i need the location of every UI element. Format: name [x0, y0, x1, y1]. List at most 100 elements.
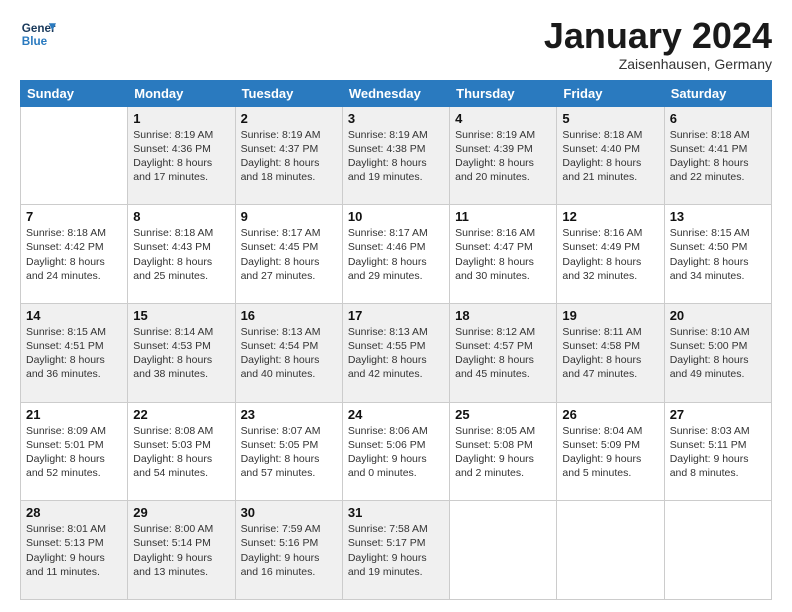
day-info: Sunrise: 8:13 AM Sunset: 4:55 PM Dayligh… — [348, 325, 444, 382]
day-info: Sunrise: 8:18 AM Sunset: 4:43 PM Dayligh… — [133, 226, 229, 283]
day-info: Sunrise: 8:11 AM Sunset: 4:58 PM Dayligh… — [562, 325, 658, 382]
day-number: 1 — [133, 111, 229, 126]
day-info: Sunrise: 8:00 AM Sunset: 5:14 PM Dayligh… — [133, 522, 229, 579]
day-number: 28 — [26, 505, 122, 520]
header-friday: Friday — [557, 80, 664, 106]
day-info: Sunrise: 8:16 AM Sunset: 4:47 PM Dayligh… — [455, 226, 551, 283]
header-sunday: Sunday — [21, 80, 128, 106]
day-number: 7 — [26, 209, 122, 224]
table-row: 12 Sunrise: 8:16 AM Sunset: 4:49 PM Dayli… — [557, 205, 664, 304]
table-row: 6 Sunrise: 8:18 AM Sunset: 4:41 PM Daylig… — [664, 106, 771, 205]
day-info: Sunrise: 8:04 AM Sunset: 5:09 PM Dayligh… — [562, 424, 658, 481]
table-row: 9 Sunrise: 8:17 AM Sunset: 4:45 PM Daylig… — [235, 205, 342, 304]
day-number: 23 — [241, 407, 337, 422]
day-info: Sunrise: 8:07 AM Sunset: 5:05 PM Dayligh… — [241, 424, 337, 481]
table-row: 27 Sunrise: 8:03 AM Sunset: 5:11 PM Dayli… — [664, 402, 771, 501]
day-number: 3 — [348, 111, 444, 126]
header-tuesday: Tuesday — [235, 80, 342, 106]
day-number: 11 — [455, 209, 551, 224]
table-row: 1 Sunrise: 8:19 AM Sunset: 4:36 PM Daylig… — [128, 106, 235, 205]
table-row: 3 Sunrise: 8:19 AM Sunset: 4:38 PM Daylig… — [342, 106, 449, 205]
table-row: 18 Sunrise: 8:12 AM Sunset: 4:57 PM Dayli… — [450, 303, 557, 402]
table-row: 14 Sunrise: 8:15 AM Sunset: 4:51 PM Dayli… — [21, 303, 128, 402]
day-info: Sunrise: 8:19 AM Sunset: 4:38 PM Dayligh… — [348, 128, 444, 185]
table-row: 23 Sunrise: 8:07 AM Sunset: 5:05 PM Dayli… — [235, 402, 342, 501]
header-thursday: Thursday — [450, 80, 557, 106]
day-number: 13 — [670, 209, 766, 224]
day-number: 9 — [241, 209, 337, 224]
table-row: 2 Sunrise: 8:19 AM Sunset: 4:37 PM Daylig… — [235, 106, 342, 205]
table-row: 7 Sunrise: 8:18 AM Sunset: 4:42 PM Daylig… — [21, 205, 128, 304]
table-row: 29 Sunrise: 8:00 AM Sunset: 5:14 PM Dayli… — [128, 501, 235, 600]
day-number: 14 — [26, 308, 122, 323]
day-info: Sunrise: 8:01 AM Sunset: 5:13 PM Dayligh… — [26, 522, 122, 579]
day-info: Sunrise: 8:10 AM Sunset: 5:00 PM Dayligh… — [670, 325, 766, 382]
table-row: 30 Sunrise: 7:59 AM Sunset: 5:16 PM Dayli… — [235, 501, 342, 600]
day-info: Sunrise: 8:09 AM Sunset: 5:01 PM Dayligh… — [26, 424, 122, 481]
month-title: January 2024 — [544, 16, 772, 56]
day-number: 25 — [455, 407, 551, 422]
day-number: 2 — [241, 111, 337, 126]
header-wednesday: Wednesday — [342, 80, 449, 106]
day-info: Sunrise: 8:14 AM Sunset: 4:53 PM Dayligh… — [133, 325, 229, 382]
table-row: 17 Sunrise: 8:13 AM Sunset: 4:55 PM Dayli… — [342, 303, 449, 402]
day-number: 24 — [348, 407, 444, 422]
table-row: 25 Sunrise: 8:05 AM Sunset: 5:08 PM Dayli… — [450, 402, 557, 501]
day-info: Sunrise: 8:05 AM Sunset: 5:08 PM Dayligh… — [455, 424, 551, 481]
day-number: 5 — [562, 111, 658, 126]
day-info: Sunrise: 8:19 AM Sunset: 4:36 PM Dayligh… — [133, 128, 229, 185]
table-row: 28 Sunrise: 8:01 AM Sunset: 5:13 PM Dayli… — [21, 501, 128, 600]
svg-text:Blue: Blue — [22, 35, 48, 48]
day-info: Sunrise: 8:06 AM Sunset: 5:06 PM Dayligh… — [348, 424, 444, 481]
day-info: Sunrise: 8:19 AM Sunset: 4:37 PM Dayligh… — [241, 128, 337, 185]
table-row: 8Sunrise: 8:18 AM Sunset: 4:43 PM Daylig… — [128, 205, 235, 304]
day-info: Sunrise: 8:18 AM Sunset: 4:41 PM Dayligh… — [670, 128, 766, 185]
day-info: Sunrise: 8:17 AM Sunset: 4:46 PM Dayligh… — [348, 226, 444, 283]
day-info: Sunrise: 8:17 AM Sunset: 4:45 PM Dayligh… — [241, 226, 337, 283]
table-row: 13Sunrise: 8:15 AM Sunset: 4:50 PM Dayli… — [664, 205, 771, 304]
day-info: Sunrise: 7:59 AM Sunset: 5:16 PM Dayligh… — [241, 522, 337, 579]
day-number: 16 — [241, 308, 337, 323]
day-info: Sunrise: 8:16 AM Sunset: 4:49 PM Dayligh… — [562, 226, 658, 283]
day-number: 18 — [455, 308, 551, 323]
day-number: 31 — [348, 505, 444, 520]
table-row: 26Sunrise: 8:04 AM Sunset: 5:09 PM Dayli… — [557, 402, 664, 501]
day-info: Sunrise: 8:18 AM Sunset: 4:42 PM Dayligh… — [26, 226, 122, 283]
logo: General Blue — [20, 16, 56, 52]
day-number: 12 — [562, 209, 658, 224]
day-info: Sunrise: 7:58 AM Sunset: 5:17 PM Dayligh… — [348, 522, 444, 579]
table-row: 10Sunrise: 8:17 AM Sunset: 4:46 PM Dayli… — [342, 205, 449, 304]
calendar-week-row: 28 Sunrise: 8:01 AM Sunset: 5:13 PM Dayli… — [21, 501, 772, 600]
day-number: 4 — [455, 111, 551, 126]
table-row: 31 Sunrise: 7:58 AM Sunset: 5:17 PM Dayli… — [342, 501, 449, 600]
table-row: 24 Sunrise: 8:06 AM Sunset: 5:06 PM Dayli… — [342, 402, 449, 501]
table-row: 21Sunrise: 8:09 AM Sunset: 5:01 PM Dayli… — [21, 402, 128, 501]
day-number: 6 — [670, 111, 766, 126]
day-info: Sunrise: 8:12 AM Sunset: 4:57 PM Dayligh… — [455, 325, 551, 382]
header-monday: Monday — [128, 80, 235, 106]
calendar-week-row: 14 Sunrise: 8:15 AM Sunset: 4:51 PM Dayli… — [21, 303, 772, 402]
day-number: 29 — [133, 505, 229, 520]
header: General Blue January 2024 Zaisenhausen, … — [20, 16, 772, 72]
table-row — [664, 501, 771, 600]
title-block: January 2024 Zaisenhausen, Germany — [544, 16, 772, 72]
day-number: 27 — [670, 407, 766, 422]
table-row: 22 Sunrise: 8:08 AM Sunset: 5:03 PM Dayli… — [128, 402, 235, 501]
calendar-week-row: 21Sunrise: 8:09 AM Sunset: 5:01 PM Dayli… — [21, 402, 772, 501]
day-number: 17 — [348, 308, 444, 323]
table-row — [557, 501, 664, 600]
day-info: Sunrise: 8:15 AM Sunset: 4:51 PM Dayligh… — [26, 325, 122, 382]
day-number: 30 — [241, 505, 337, 520]
table-row: 15Sunrise: 8:14 AM Sunset: 4:53 PM Dayli… — [128, 303, 235, 402]
table-row: 5Sunrise: 8:18 AM Sunset: 4:40 PM Daylig… — [557, 106, 664, 205]
day-info: Sunrise: 8:08 AM Sunset: 5:03 PM Dayligh… — [133, 424, 229, 481]
table-row: 11 Sunrise: 8:16 AM Sunset: 4:47 PM Dayli… — [450, 205, 557, 304]
weekday-header-row: Sunday Monday Tuesday Wednesday Thursday… — [21, 80, 772, 106]
day-number: 22 — [133, 407, 229, 422]
table-row — [450, 501, 557, 600]
day-number: 19 — [562, 308, 658, 323]
header-saturday: Saturday — [664, 80, 771, 106]
day-info: Sunrise: 8:03 AM Sunset: 5:11 PM Dayligh… — [670, 424, 766, 481]
page: General Blue January 2024 Zaisenhausen, … — [0, 0, 792, 612]
table-row: 4Sunrise: 8:19 AM Sunset: 4:39 PM Daylig… — [450, 106, 557, 205]
